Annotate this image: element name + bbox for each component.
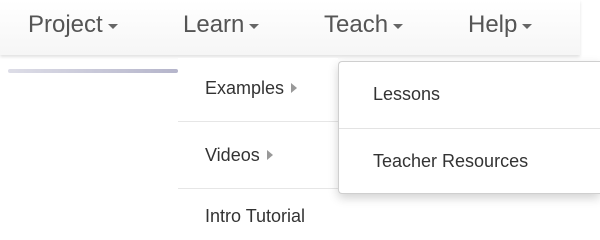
menu-learn[interactable]: Learn <box>183 8 260 42</box>
menu-teach[interactable]: Teach <box>324 8 404 42</box>
chevron-right-icon <box>266 150 273 160</box>
menu-project[interactable]: Project <box>28 8 118 42</box>
submenu-item-teacher-resources[interactable]: Teacher Resources <box>339 129 600 193</box>
menu-help[interactable]: Help <box>468 8 533 42</box>
chevron-down-icon <box>393 24 404 29</box>
menu-item-examples[interactable]: Examples <box>178 58 338 118</box>
submenu-item-teacher-resources-label: Teacher Resources <box>373 150 529 171</box>
chevron-right-icon <box>291 83 298 93</box>
menu-item-videos[interactable]: Videos <box>178 125 338 185</box>
menu-teach-label: Teach <box>324 11 389 38</box>
examples-submenu: Lessons Teacher Resources <box>338 61 600 194</box>
chevron-down-icon <box>107 24 118 29</box>
submenu-item-lessons-label: Lessons <box>373 83 441 104</box>
menu-help-label: Help <box>468 11 518 38</box>
chevron-down-icon <box>249 24 260 29</box>
menu-item-videos-label: Videos <box>205 144 260 165</box>
menu-item-examples-label: Examples <box>205 77 285 98</box>
menu-project-label: Project <box>28 11 103 38</box>
menu-item-intro-tutorial[interactable]: Intro Tutorial <box>178 194 338 238</box>
learn-dropdown-menu: Examples Videos Intro Tutorial <box>178 58 338 240</box>
chevron-down-icon <box>522 24 533 29</box>
menu-divider <box>178 188 338 189</box>
submenu-item-lessons[interactable]: Lessons <box>339 62 600 126</box>
menu-learn-label: Learn <box>183 11 245 38</box>
top-menu-bar: Project Learn Teach Help <box>0 0 580 55</box>
active-menu-indicator <box>8 69 178 73</box>
app-root: Project Learn Teach Help Examples Videos <box>0 0 600 240</box>
menu-divider <box>178 121 338 122</box>
menu-item-intro-tutorial-label: Intro Tutorial <box>205 205 306 226</box>
